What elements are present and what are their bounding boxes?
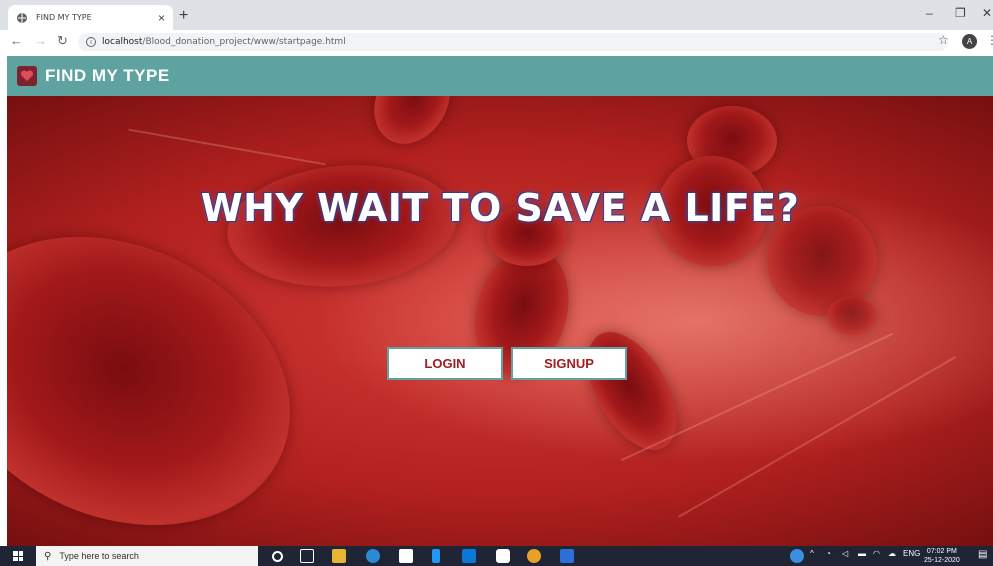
taskbar-search-input[interactable]: ⚲ Type here to search — [36, 546, 258, 566]
file-explorer-icon[interactable] — [332, 549, 346, 563]
app-icon[interactable] — [560, 549, 574, 563]
info-icon[interactable]: i — [86, 37, 96, 47]
bookmark-star-icon[interactable]: ☆ — [938, 33, 949, 47]
search-icon: ⚲ — [44, 550, 52, 562]
back-arrow-icon[interactable]: ← — [10, 33, 23, 48]
hero-section: WHY WAIT TO SAVE A LIFE? LOGIN SIGNUP — [7, 96, 993, 546]
browser-menu-icon[interactable]: ⋮ — [986, 33, 993, 47]
hero-headline: WHY WAIT TO SAVE A LIFE? — [200, 186, 800, 230]
cortana-icon[interactable] — [272, 551, 283, 562]
browser-tab[interactable]: FIND MY TYPE × — [8, 5, 173, 30]
blood-cell-image — [827, 296, 877, 336]
blood-cell-image — [569, 317, 695, 465]
profile-avatar[interactable]: A — [962, 34, 977, 49]
signup-button[interactable]: SIGNUP — [511, 347, 627, 380]
url-text: localhost/Blood_donation_project/www/sta… — [102, 37, 346, 47]
decorative-streak — [128, 128, 326, 166]
maximize-button[interactable]: ❐ — [955, 6, 966, 20]
task-view-icon[interactable] — [300, 549, 314, 563]
heart-logo-icon — [17, 66, 37, 86]
site-title: FIND MY TYPE — [45, 66, 170, 85]
heart-icon — [20, 70, 34, 81]
url-path: /Blood_donation_project/www/startpage.ht… — [142, 37, 346, 47]
tab-title: FIND MY TYPE — [36, 13, 92, 22]
new-tab-button[interactable]: + — [179, 7, 188, 25]
mail-icon[interactable] — [462, 549, 476, 563]
decorative-streak — [677, 356, 957, 518]
forward-arrow-icon[interactable]: → — [34, 33, 47, 48]
address-bar[interactable]: i localhost/Blood_donation_project/www/s… — [78, 33, 948, 51]
language-indicator[interactable]: ENG — [903, 549, 920, 558]
login-button[interactable]: LOGIN — [387, 347, 503, 380]
volume-icon[interactable]: ◁ — [842, 549, 848, 558]
close-window-button[interactable]: ✕ — [982, 6, 992, 20]
site-header: FIND MY TYPE — [7, 56, 993, 96]
minimize-button[interactable]: – — [926, 6, 933, 20]
search-placeholder: Type here to search — [59, 551, 139, 561]
network-icon[interactable]: ◔ — [826, 549, 831, 558]
globe-icon — [17, 12, 27, 23]
browser-tabstrip: FIND MY TYPE × + – ❐ ✕ — [0, 0, 993, 30]
battery-icon[interactable]: ▬ — [858, 549, 866, 558]
browser-toolbar: ← → ↻ i localhost/Blood_donation_project… — [0, 30, 993, 54]
url-host: localhost — [102, 37, 143, 47]
web-page: FIND MY TYPE WHY WAIT TO SAVE A LIFE? LO… — [7, 56, 993, 546]
tray-chevron-icon[interactable]: ^ — [810, 549, 814, 558]
tab-close-icon[interactable]: × — [158, 11, 165, 25]
help-icon[interactable] — [790, 549, 804, 563]
blood-cell-image — [359, 96, 465, 158]
vscode-icon[interactable] — [432, 549, 440, 563]
store-icon[interactable] — [399, 549, 413, 563]
notification-icon[interactable]: ▤ — [978, 549, 987, 560]
clock-date: 25-12-2020 — [924, 557, 960, 564]
dropbox-icon[interactable] — [496, 549, 510, 563]
windows-start-icon[interactable] — [13, 551, 23, 561]
reload-icon[interactable]: ↻ — [57, 33, 68, 49]
system-clock[interactable]: 07:02 PM 25-12-2020 — [924, 547, 960, 565]
windows-taskbar: ⚲ Type here to search ^ ◔ ◁ ▬ ◠ ☁ ENG 07… — [0, 546, 993, 566]
clock-time: 07:02 PM — [926, 548, 957, 555]
onedrive-icon[interactable]: ☁ — [888, 549, 896, 558]
wifi-icon[interactable]: ◠ — [873, 549, 880, 558]
edge-browser-icon[interactable] — [366, 549, 380, 563]
chrome-icon[interactable] — [527, 549, 541, 563]
